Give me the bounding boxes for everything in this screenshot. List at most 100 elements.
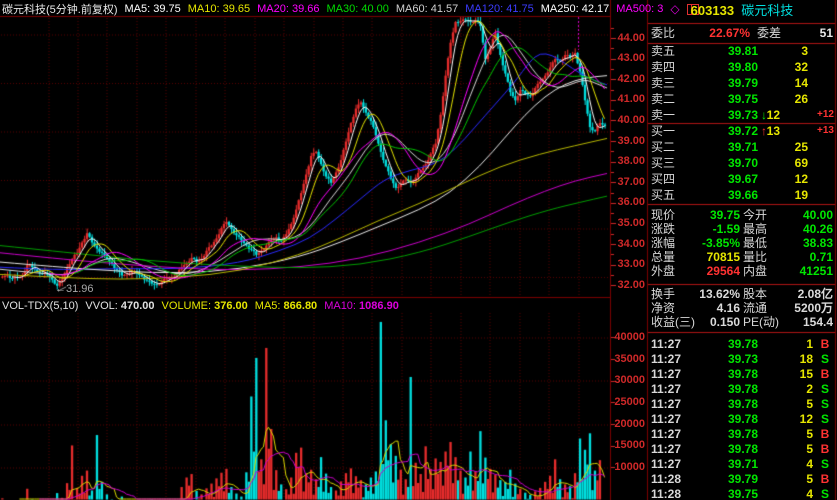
price-axis-label: 40.00: [611, 114, 645, 126]
ask-row[interactable]: 卖三39.7914: [648, 75, 836, 91]
bid-row[interactable]: 买一39.72↑13+13: [648, 123, 836, 139]
ma-item: MA250: 42.17: [541, 3, 610, 15]
tick-qty: 15: [763, 366, 813, 382]
tick-price: 39.78: [693, 441, 758, 457]
ma-values: MA5: 39.75MA10: 39.65MA20: 39.66MA30: 40…: [125, 3, 664, 15]
tick-qty: 5: [763, 426, 813, 442]
low-point-label: ←31.96: [55, 283, 94, 295]
price-axis-label: 37.00: [611, 176, 645, 188]
book-delta: +12: [806, 107, 834, 123]
price-axis-label: 32.00: [611, 279, 645, 291]
tick-row: 11:28 39.79 5B: [648, 471, 836, 487]
ask-row[interactable]: 卖一39.73↓12+12: [648, 107, 836, 123]
tick-qty: 12: [763, 411, 813, 427]
tick-price: 39.78: [693, 396, 758, 412]
tick-price: 39.75: [693, 486, 758, 500]
tick-side: S: [818, 456, 832, 472]
tick-price: 39.78: [693, 336, 758, 352]
quote-label: PE(动): [743, 314, 779, 330]
volume-axis-label: 25000: [611, 396, 645, 408]
book-qty: 25: [768, 139, 808, 155]
tick-time: 11:28: [651, 486, 681, 500]
price-axis-label: 36.00: [611, 196, 645, 208]
volume-header: VOL-TDX(5,10) VVOL: 470.00 VOLUME: 376.0…: [2, 300, 399, 312]
tick-time: 11:27: [651, 411, 681, 427]
tick-row: 11:2739.785S: [648, 396, 836, 412]
quote-label: 收益(三): [651, 314, 695, 330]
price-axis-label: 39.00: [611, 135, 645, 147]
tick-time: 11:27: [651, 456, 681, 472]
quote-value: 0.150: [693, 314, 740, 330]
stock-header[interactable]: 603133 碳元科技: [648, 3, 836, 19]
volume-axis-label: 10000: [611, 461, 645, 473]
book-price: 39.81: [698, 43, 758, 59]
book-label: 买二: [651, 139, 675, 155]
tick-side: B: [818, 426, 832, 442]
tick-side: S: [818, 396, 832, 412]
volume-axis-label: 15000: [611, 439, 645, 451]
volume-value: VOLUME: 376.00: [162, 300, 248, 312]
tick-price: 39.78: [693, 381, 758, 397]
tick-time: 11:27: [651, 336, 681, 352]
ma-item: MA30: 40.00: [327, 3, 389, 15]
tick-row: 11:2739.785B: [648, 441, 836, 457]
book-qty: 26: [768, 91, 808, 107]
tick-side: B: [818, 471, 832, 487]
book-price: 39.67: [698, 171, 758, 187]
price-axis-label: 34.00: [611, 238, 645, 250]
bid-row[interactable]: 买三39.7069: [648, 155, 836, 171]
price-axis-label: 35.00: [611, 217, 645, 229]
chart-header: 碳元科技(5分钟.前复权) MA5: 39.75MA10: 39.65MA20:…: [2, 1, 699, 17]
book-price: 39.71: [698, 139, 758, 155]
price-axis-label: 44.00: [611, 32, 645, 44]
tick-price: 39.71: [693, 456, 758, 472]
book-qty: 12: [768, 171, 808, 187]
book-price: 39.80: [698, 59, 758, 75]
bid-row[interactable]: 买五39.6619: [648, 187, 836, 203]
price-axis-label: 41.00: [611, 93, 645, 105]
vol-ma10-value: MA10: 1086.90: [324, 300, 399, 312]
tick-qty: 2: [763, 381, 813, 397]
ask-row[interactable]: 卖二39.7526: [648, 91, 836, 107]
book-label: 买一: [651, 123, 675, 139]
price-axis-label: 33.00: [611, 258, 645, 270]
tick-price: 39.79: [693, 471, 758, 487]
vol-ma5-value: MA5: 866.80: [255, 300, 317, 312]
tick-qty: 5: [763, 471, 813, 487]
tick-row: 11:2739.7318S: [648, 351, 836, 367]
tick-qty: 18: [763, 351, 813, 367]
book-label: 买四: [651, 171, 675, 187]
ask-row[interactable]: 卖四39.8032: [648, 59, 836, 75]
book-qty: 13: [758, 123, 780, 139]
tick-price: 39.78: [693, 366, 758, 382]
volume-axis-label: 40000: [611, 331, 645, 343]
quote-value: 29564: [693, 263, 740, 279]
tick-row: 11:27 39.71 4S: [648, 456, 836, 472]
weibi-row: 委比 22.67% 委差 51: [648, 25, 836, 41]
tick-row: 11:2739.785B: [648, 426, 836, 442]
tick-side: S: [818, 351, 832, 367]
book-qty: 19: [768, 187, 808, 203]
book-qty: 69: [768, 155, 808, 171]
bid-row[interactable]: 买四 39.67 12: [648, 171, 836, 187]
book-qty: 12: [758, 107, 780, 123]
stock-name: 碳元科技: [741, 3, 793, 18]
trading-terminal: 碳元科技(5分钟.前复权) MA5: 39.75MA10: 39.65MA20:…: [0, 0, 837, 500]
ma-item: MA5: 39.75: [125, 3, 181, 15]
tick-time: 11:28: [651, 471, 681, 487]
tick-qty: 4: [763, 456, 813, 472]
tick-time: 11:27: [651, 381, 681, 397]
tick-price: 39.78: [693, 426, 758, 442]
book-label: 卖五: [651, 43, 675, 59]
tick-price: 39.78: [693, 411, 758, 427]
tick-qty: 1: [763, 336, 813, 352]
book-label: 买三: [651, 155, 675, 171]
vvol-value: VVOL: 470.00: [85, 300, 154, 312]
tick-time: 11:27: [651, 396, 681, 412]
quote-label: 内盘: [743, 263, 767, 279]
tick-row: 11:2739.781B: [648, 336, 836, 352]
ask-row[interactable]: 卖五39.813: [648, 43, 836, 59]
bid-row[interactable]: 买二 39.71 25: [648, 139, 836, 155]
ma-item: MA120: 41.75: [465, 3, 534, 15]
book-price: 39.75: [698, 91, 758, 107]
